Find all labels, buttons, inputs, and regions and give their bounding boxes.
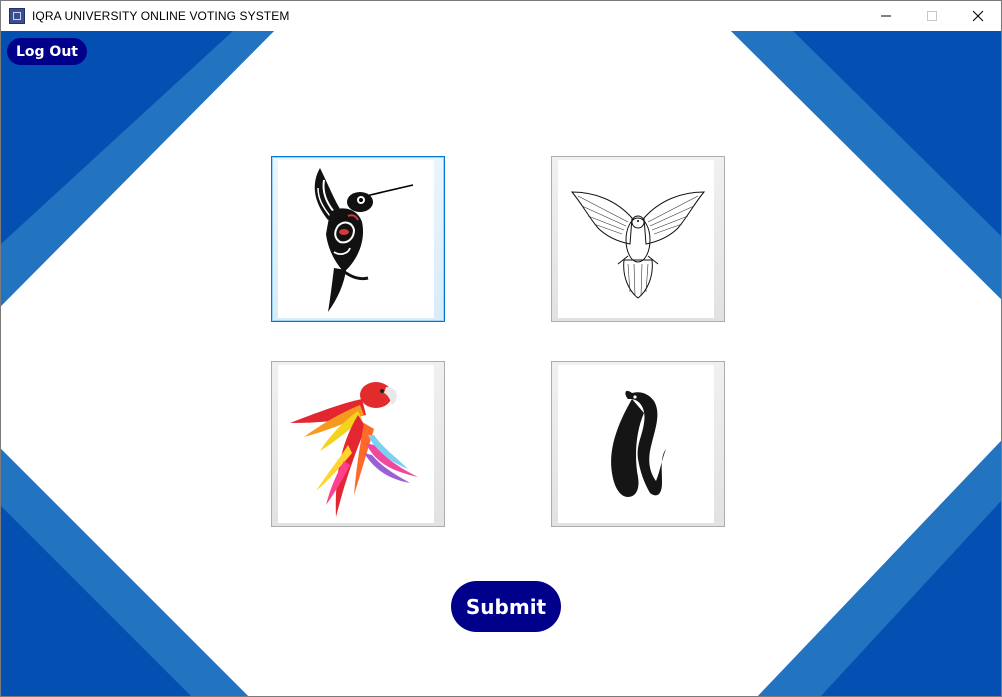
candidate-swan-button[interactable] (551, 361, 725, 527)
logout-button[interactable]: Log Out (7, 38, 87, 65)
candidate-image (558, 160, 714, 318)
dove-icon (570, 191, 706, 299)
candidate-hummingbird-button[interactable] (271, 156, 445, 322)
title-bar: IQRA UNIVERSITY ONLINE VOTING SYSTEM (1, 1, 1001, 31)
swan-icon (611, 390, 666, 497)
candidate-dove-button[interactable] (551, 156, 725, 322)
candidate-image (278, 365, 434, 523)
candidate-image (558, 365, 714, 523)
hummingbird-icon (314, 168, 414, 312)
close-icon (972, 10, 984, 22)
close-button[interactable] (955, 1, 1001, 31)
app-window: IQRA UNIVERSITY ONLINE VOTING SYSTEM Log… (0, 0, 1002, 697)
maximize-icon (927, 11, 937, 21)
maximize-button[interactable] (909, 1, 955, 31)
parrot-icon (290, 382, 418, 517)
voting-panel: Log Out Submit (1, 31, 1001, 696)
minimize-button[interactable] (863, 1, 909, 31)
minimize-icon (881, 15, 891, 17)
candidate-image (278, 160, 434, 318)
app-icon (9, 8, 25, 24)
window-controls (863, 1, 1001, 31)
window-title: IQRA UNIVERSITY ONLINE VOTING SYSTEM (32, 9, 290, 23)
submit-button[interactable]: Submit (451, 581, 561, 632)
candidate-parrot-button[interactable] (271, 361, 445, 527)
